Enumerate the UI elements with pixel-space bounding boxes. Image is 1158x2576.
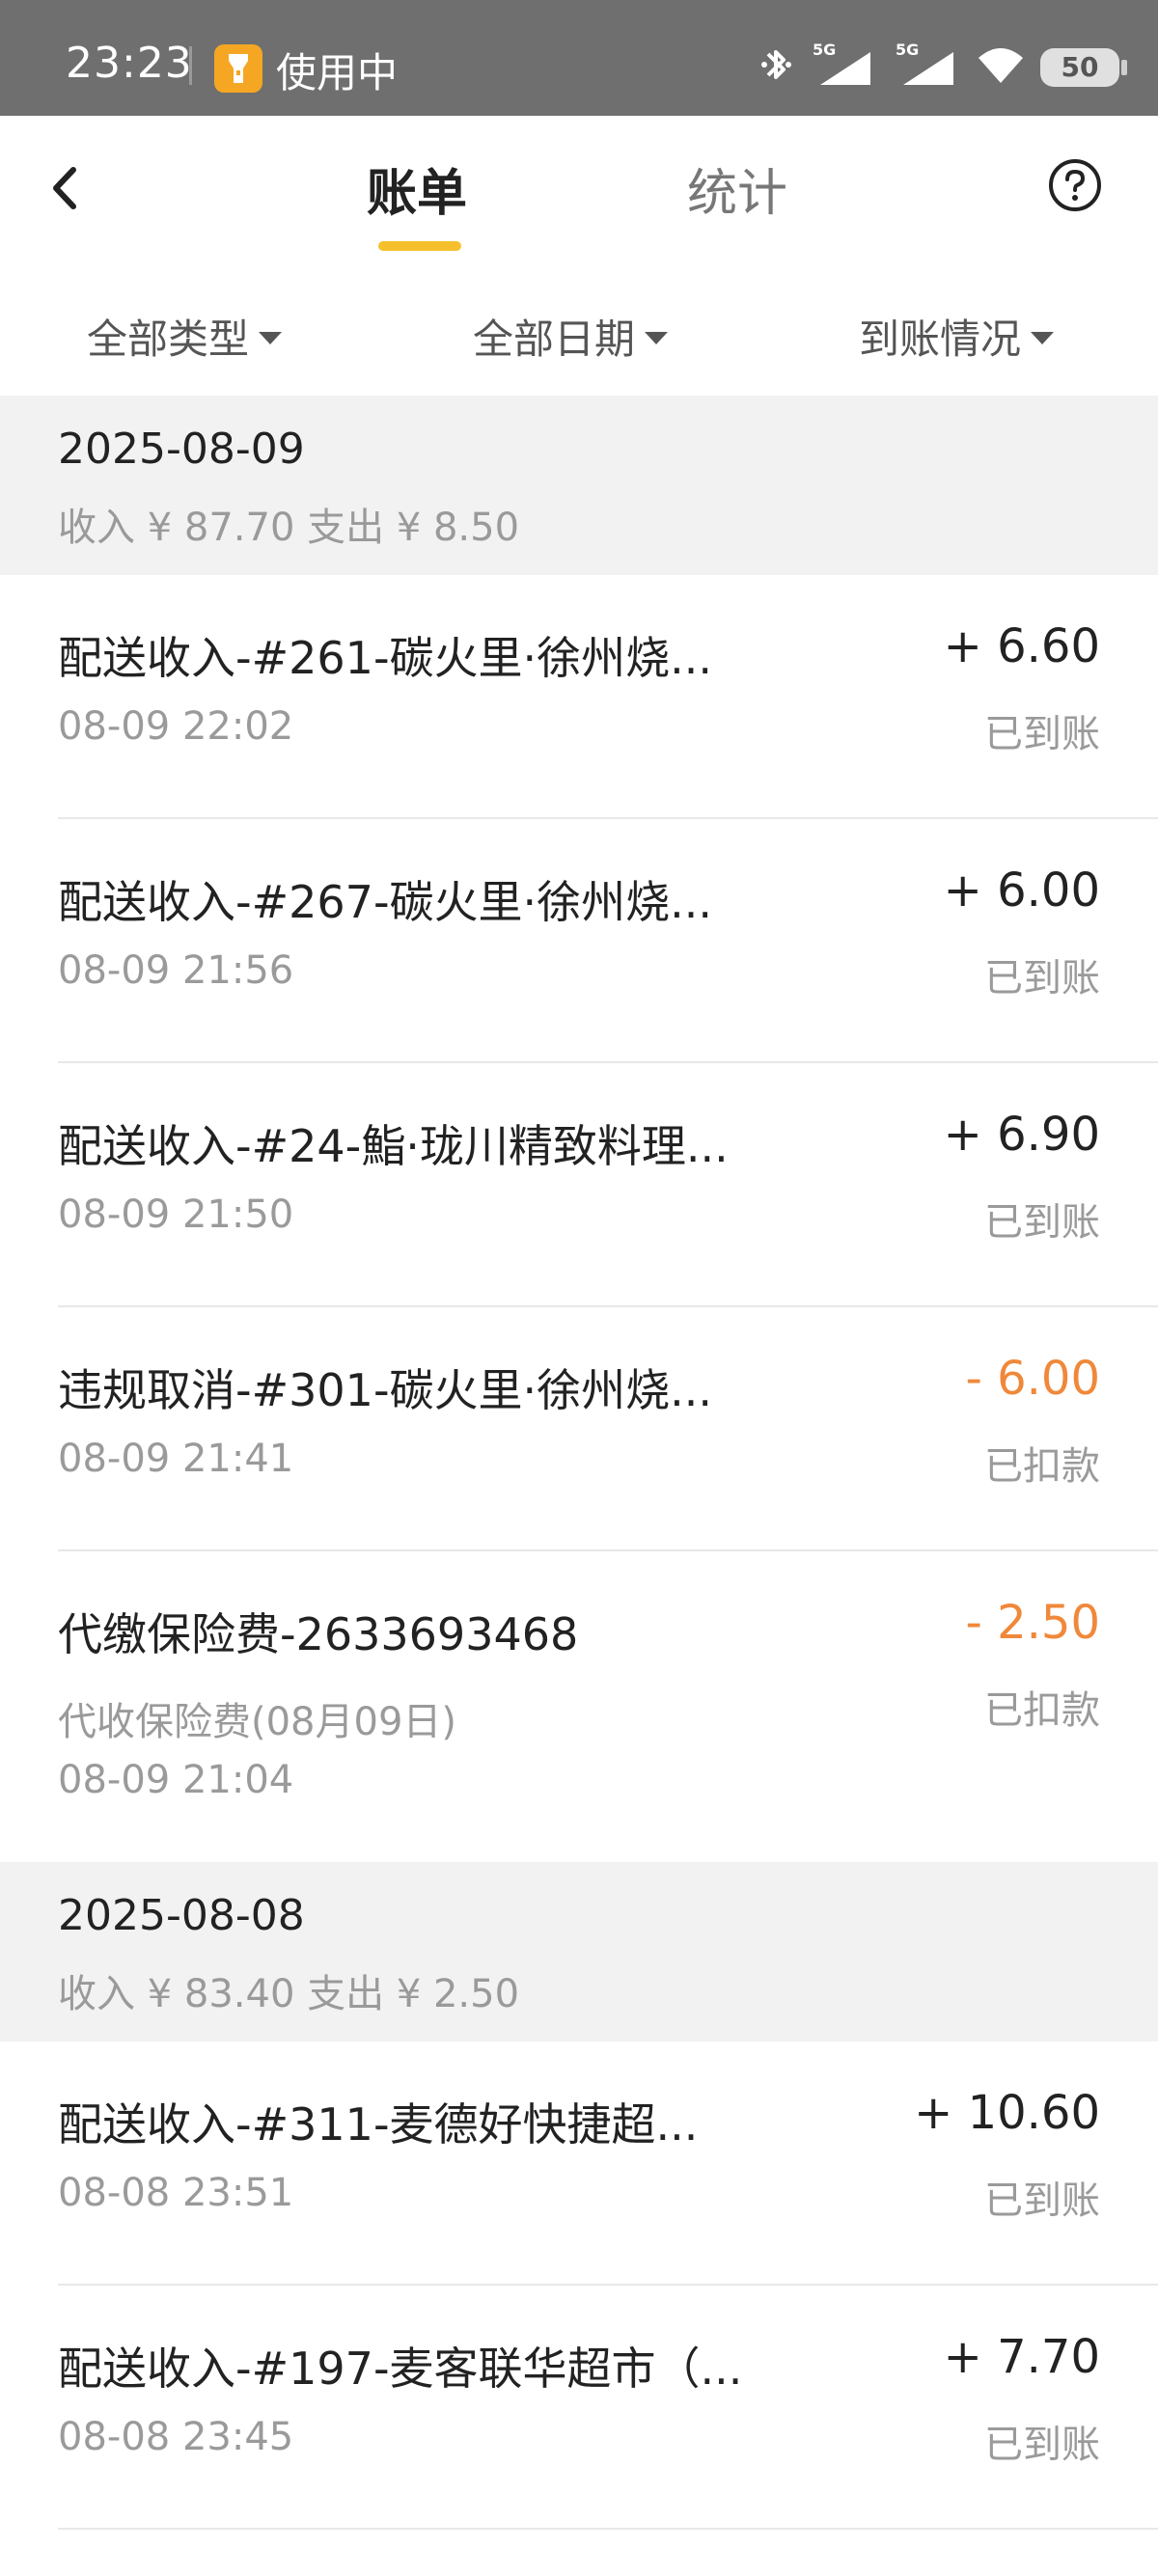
transaction-title: 配送收入-#261-碳火里·徐州烧... [58, 632, 713, 684]
transaction-title: 配送收入-#311-麦德好快捷超... [58, 2098, 699, 2151]
status-separator [189, 46, 192, 85]
signal-icon: 5G [894, 41, 961, 89]
caret-down-icon [645, 332, 669, 344]
network-type-label: 5G [813, 41, 837, 59]
transaction-row[interactable]: 配送收入-#197-麦客联华超市（... 08-08 23:45 + 7.70 … [0, 2286, 1158, 2530]
flashlight-icon [214, 44, 262, 93]
transaction-row[interactable]: 违规取消-#301-碳火里·徐州烧... 08-09 21:41 - 6.00 … [0, 1307, 1158, 1551]
transaction-title: 代缴保险费-2633693468 [58, 1608, 579, 1660]
transaction-time: 08-09 21:41 [58, 1437, 294, 1481]
transaction-row[interactable]: 配送收入-#311-麦德好快捷超... 08-08 23:51 + 10.60 … [0, 2042, 1158, 2286]
bluetooth-icon [757, 44, 795, 91]
status-bar: 23:23 使用中 5G 5G 50 [0, 0, 1158, 116]
transaction-status: 已到账 [984, 956, 1100, 1000]
caret-down-icon [1031, 332, 1055, 344]
transaction-amount: - 2.50 [965, 1596, 1100, 1650]
group-summary: 收入 ¥ 87.70 支出 ¥ 8.50 [58, 506, 520, 550]
app-header: 账单 统计 [0, 116, 1158, 260]
transaction-row[interactable]: 配送收入-#267-碳火里·徐州烧... 08-09 21:56 + 6.00 … [0, 819, 1158, 1063]
transaction-amount: + 6.60 [943, 619, 1100, 673]
transaction-status: 已扣款 [984, 1444, 1100, 1489]
transaction-title: 配送收入-#197-麦客联华超市（... [58, 2343, 743, 2395]
status-indicator-label: 使用中 [276, 49, 399, 96]
transaction-time: 08-08 23:45 [58, 2415, 294, 2459]
tab-statistics[interactable]: 统计 [687, 152, 787, 225]
transaction-status: 已扣款 [984, 1688, 1100, 1733]
filter-label: 全部类型 [87, 315, 250, 363]
status-icons: 5G 5G 50 [757, 39, 1127, 96]
transaction-title: 违规取消-#301-碳火里·徐州烧... [58, 1364, 713, 1416]
transaction-title: 配送收入-#267-碳火里·徐州烧... [58, 876, 713, 928]
group-summary: 收入 ¥ 83.40 支出 ¥ 2.50 [58, 1972, 520, 2016]
transaction-status: 已到账 [984, 2423, 1100, 2467]
group-date: 2025-08-09 [58, 425, 305, 474]
transaction-time: 08-09 22:02 [58, 704, 294, 749]
transaction-amount: + 6.90 [943, 1108, 1100, 1162]
signal-icon: 5G [811, 41, 878, 89]
transaction-status: 已到账 [984, 712, 1100, 756]
date-group-header: 2025-08-09 收入 ¥ 87.70 支出 ¥ 8.50 [0, 396, 1158, 575]
divider [58, 2528, 1158, 2530]
transaction-time: 08-09 21:04 [58, 1758, 294, 1802]
transaction-time: 08-08 23:51 [58, 2171, 294, 2215]
transaction-row[interactable]: 配送收入-#261-碳火里·徐州烧... 08-09 22:02 + 6.60 … [0, 575, 1158, 819]
filter-settlement-dropdown[interactable]: 到账情况 [859, 307, 1055, 366]
transaction-amount: - 6.00 [965, 1352, 1100, 1406]
transaction-time: 08-09 21:56 [58, 948, 294, 993]
transaction-amount: + 10.60 [914, 2086, 1100, 2140]
transaction-amount: + 6.00 [943, 863, 1100, 918]
transaction-list: 2025-08-09 收入 ¥ 87.70 支出 ¥ 8.50 配送收入-#26… [0, 396, 1158, 2530]
group-date: 2025-08-08 [58, 1891, 305, 1940]
filter-type-dropdown[interactable]: 全部类型 [87, 307, 283, 366]
filter-bar: 全部类型 全部日期 到账情况 [0, 280, 1158, 386]
transaction-status: 已到账 [984, 1200, 1100, 1245]
transaction-row[interactable]: 代缴保险费-2633693468 代收保险费(08月09日) 08-09 21:… [0, 1551, 1158, 1862]
transaction-status: 已到账 [984, 2179, 1100, 2223]
transaction-title: 配送收入-#24-鮨·珑川精致料理... [58, 1120, 729, 1172]
back-icon[interactable] [39, 154, 96, 222]
transaction-time: 08-09 21:50 [58, 1192, 294, 1237]
transaction-subtitle: 代收保险费(08月09日) [58, 1700, 457, 1744]
help-icon[interactable] [1048, 158, 1102, 212]
filter-label: 到账情况 [859, 315, 1022, 363]
network-type-label: 5G [896, 41, 920, 59]
transaction-row[interactable]: 配送收入-#24-鮨·珑川精致料理... 08-09 21:50 + 6.90 … [0, 1063, 1158, 1307]
wifi-icon [977, 44, 1025, 91]
filter-label: 全部日期 [473, 315, 636, 363]
status-time: 23:23 [66, 39, 193, 88]
active-tab-indicator [378, 241, 461, 251]
date-group-header: 2025-08-08 收入 ¥ 83.40 支出 ¥ 2.50 [0, 1862, 1158, 2042]
transaction-amount: + 7.70 [943, 2330, 1100, 2384]
battery-icon: 50 [1040, 48, 1127, 87]
caret-down-icon [259, 332, 283, 344]
tab-bill[interactable]: 账单 [367, 152, 467, 225]
filter-date-dropdown[interactable]: 全部日期 [473, 307, 669, 366]
